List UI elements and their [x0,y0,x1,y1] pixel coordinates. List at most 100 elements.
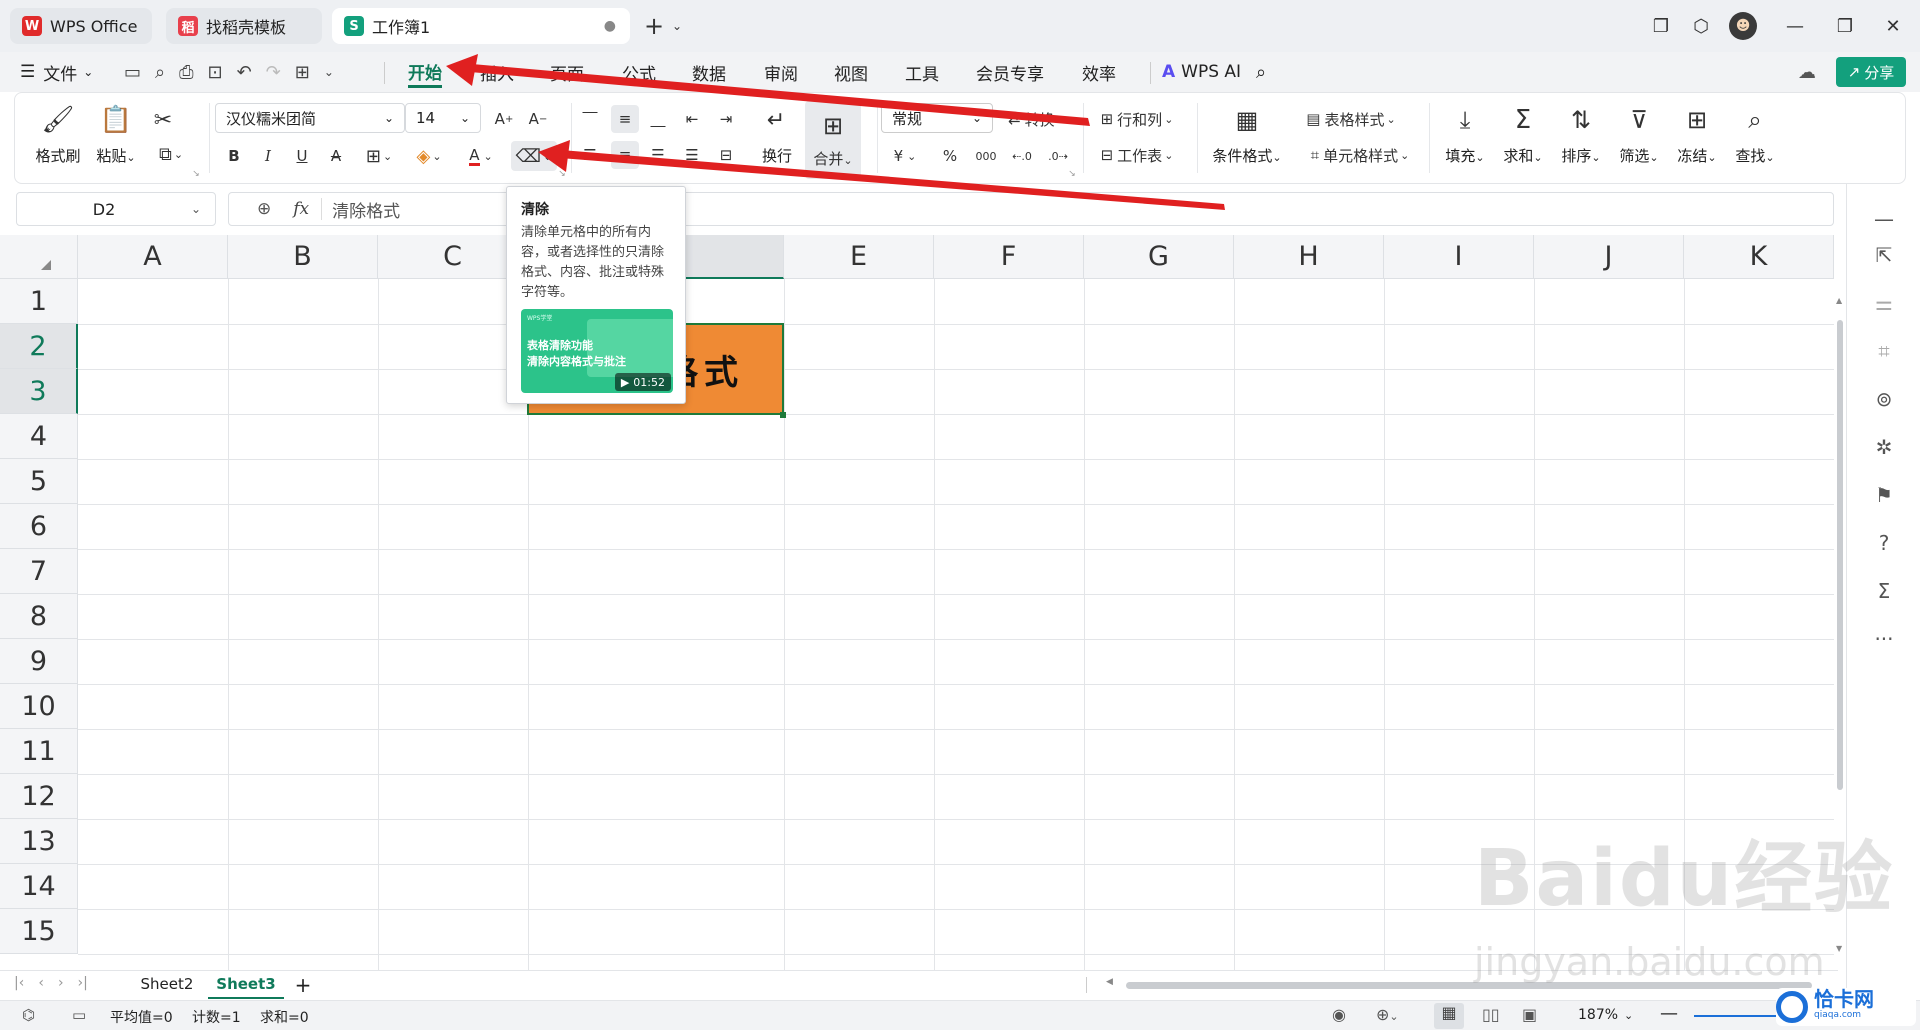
undo-icon[interactable]: ↶ [237,62,252,83]
scrollbar-thumb[interactable] [1837,320,1843,790]
menu-tab-view[interactable]: 视图 [834,58,868,86]
cut-icon[interactable]: ✂ [149,107,177,133]
fill-button[interactable]: 填充⌄ [1435,145,1495,166]
increase-indent-icon[interactable]: ⇥ [713,107,739,131]
filter-button[interactable]: 筛选⌄ [1609,145,1669,166]
close-icon[interactable]: ✕ [1876,10,1910,42]
expand-corner-icon[interactable]: ↘ [557,169,567,179]
row-header-selected[interactable]: 2 [0,324,78,369]
decrease-decimal-icon[interactable]: .0⇢ [1043,143,1073,169]
align-top-icon[interactable]: ⎺ [577,107,603,131]
zoom-out-icon[interactable]: — [1660,1003,1678,1024]
fill-handle[interactable] [780,412,786,418]
select-cursor-icon[interactable]: ⇱ [1869,240,1899,270]
row-header[interactable]: 13 [0,819,78,864]
prev-sheet-icon[interactable]: ‹ [38,975,44,991]
wrap-text-label[interactable]: 换行 [755,145,799,166]
name-box[interactable]: D2 ⌄ [16,192,216,226]
fx-icon[interactable]: fx [293,199,309,219]
page-break-icon[interactable]: ▣ [1522,1005,1537,1024]
find-button[interactable]: 查找⌄ [1725,145,1785,166]
chart-analysis-icon[interactable]: ⊚ [1869,384,1899,414]
row-header[interactable]: 5 [0,459,78,504]
tooltip-video-thumbnail[interactable]: WPS学堂 表格清除功能 清除内容格式与批注 ▶ 01:52 [521,309,673,393]
redo-icon[interactable]: ↷ [266,62,281,83]
thousands-separator-button[interactable]: 000 [971,143,1001,169]
increase-decimal-icon[interactable]: ⇠.0 [1007,143,1037,169]
menu-tab-data[interactable]: 数据 [692,58,726,86]
format-painter-label[interactable]: 格式刷 [25,145,91,166]
column-header[interactable]: K [1684,235,1834,279]
format-painter-icon[interactable]: 🖌 [41,105,75,135]
clear-eraser-icon[interactable]: ⌫ ⌄ [511,141,557,171]
row-header-selected[interactable]: 3 [0,369,78,414]
tab-wps-office[interactable]: W WPS Office [10,8,152,44]
crosshair-icon[interactable]: ⊕⌄ [1376,1005,1399,1024]
menu-tab-review[interactable]: 审阅 [764,58,798,86]
worksheet-button[interactable]: ⊟ 工作表 ⌄ [1091,141,1183,169]
zoom-select[interactable]: 187% ⌄ [1578,1007,1633,1023]
distributed-icon[interactable]: ⊟ [713,143,739,167]
row-header[interactable]: 1 [0,279,78,324]
format-icon[interactable]: ⌕ [155,62,165,83]
scroll-left-icon[interactable]: ◀ [1106,977,1113,987]
convert-button[interactable]: ⇄ 转换 ⌄ [999,105,1075,133]
zoom-formula-icon[interactable]: ⊕ [257,199,271,219]
expand-corner-icon[interactable]: ↘ [1067,169,1077,179]
sheet-tab-sheet2[interactable]: Sheet2 [130,975,204,997]
normal-view-icon[interactable]: ▦ [1434,1003,1464,1029]
eye-protection-icon[interactable]: ◉ [1332,1005,1346,1024]
bold-button[interactable]: B [221,143,247,169]
add-sheet-button[interactable]: + [292,973,314,997]
minimize-icon[interactable]: — [1778,10,1812,42]
sum-icon[interactable]: Σ [1507,105,1539,135]
formula-input[interactable]: 清除格式 [332,197,400,222]
print-icon[interactable]: ⎙ [179,62,193,83]
row-header[interactable]: 10 [0,684,78,729]
percent-button[interactable]: % [935,143,965,169]
column-header[interactable]: F [934,235,1084,279]
sort-icon[interactable]: ⇅ [1565,105,1597,135]
row-header[interactable]: 8 [0,594,78,639]
window-layout-icon[interactable]: ❐ [1644,10,1678,42]
collapse-panel-icon[interactable]: — [1869,204,1899,234]
sheet-view-icon[interactable]: ▭ [72,1006,86,1024]
column-header[interactable]: G [1084,235,1234,279]
freeze-icon[interactable]: ⊞ [1681,105,1713,135]
sort-button[interactable]: 排序⌄ [1551,145,1611,166]
align-middle-icon[interactable]: ≡ [611,105,639,133]
menu-tab-home[interactable]: 开始 [408,58,442,88]
column-header[interactable]: B [228,235,378,279]
menu-tab-page[interactable]: 页面 [550,58,584,86]
more-chevron-icon[interactable]: ⌄ [324,65,334,79]
first-sheet-icon[interactable]: |‹ [14,975,24,991]
tools-icon[interactable]: ✲ [1869,432,1899,462]
font-size-select[interactable]: 14 ⌄ [405,103,481,133]
row-header[interactable]: 7 [0,549,78,594]
row-header[interactable]: 15 [0,909,78,954]
rows-columns-button[interactable]: ⊞ 行和列 ⌄ [1091,105,1183,133]
new-tab-plus-icon[interactable]: + [640,12,668,40]
font-name-select[interactable]: 汉仪糯米团简 ⌄ [215,103,405,133]
tab-workbook[interactable]: S 工作簿1 ● [332,8,630,44]
tab-docer-templates[interactable]: 稻 找稻壳模板 [166,8,322,44]
decrease-font-icon[interactable]: A − [523,105,553,133]
help-icon[interactable]: ? [1869,528,1899,558]
cell-style-button[interactable]: ⌗ 单元格样式 ⌄ [1295,141,1425,169]
menu-tab-formula[interactable]: 公式 [622,58,656,86]
filter-icon[interactable]: ⊽ [1623,105,1655,135]
find-icon[interactable]: ⌕ [1739,105,1771,135]
number-format-select[interactable]: 常规 ⌄ [881,103,993,133]
adjust-sliders-icon[interactable]: ⚌ [1869,288,1899,318]
row-header[interactable]: 4 [0,414,78,459]
share-button[interactable]: ↗ 分享 [1836,57,1906,87]
macro-icon[interactable]: ⌬ [22,1006,35,1024]
copy-icon[interactable]: ⧉ ⌄ [151,141,191,167]
page-layout-icon[interactable]: ▯▯ [1482,1005,1500,1024]
italic-button[interactable]: I [255,143,281,169]
fill-color-icon[interactable]: ◈ ⌄ [409,143,449,169]
table-style-button[interactable]: ▤ 表格样式 ⌄ [1293,105,1409,133]
scroll-down-icon[interactable]: ▼ [1836,944,1842,953]
sum-button[interactable]: 求和⌄ [1493,145,1553,166]
more-icon[interactable]: ··· [1869,624,1899,654]
